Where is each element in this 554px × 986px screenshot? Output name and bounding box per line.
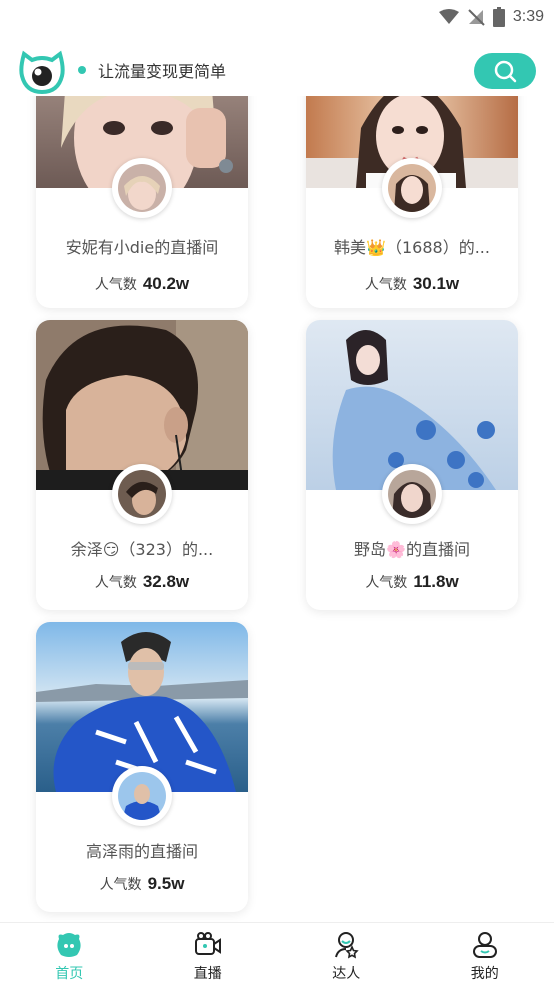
popularity-label: 人气数	[365, 575, 408, 591]
popularity-value: 30.1w	[412, 274, 460, 293]
status-icons: 3:39	[438, 6, 544, 28]
popularity-value: 9.5w	[147, 874, 185, 893]
nav-label: 直播	[193, 966, 222, 982]
slogan-text: 让流量变现更简单	[98, 62, 227, 81]
star-person-icon	[335, 932, 359, 959]
nav-talent[interactable]: 达人	[277, 923, 416, 986]
popularity-value: 40.2w	[142, 274, 190, 293]
bottom-navigation: 首页 直播 达人 我的	[0, 922, 554, 986]
popularity-label: 人气数	[364, 277, 407, 293]
host-avatar[interactable]	[112, 766, 172, 826]
popularity-label: 人气数	[99, 877, 142, 893]
room-popularity: 人气数 11.8w	[306, 572, 518, 592]
room-title: 野岛🌸的直播间	[354, 540, 470, 559]
live-room-card[interactable]: 野岛🌸的直播间 人气数 11.8w	[306, 320, 518, 610]
no-signal-icon	[468, 9, 485, 26]
nav-profile[interactable]: 我的	[416, 923, 554, 986]
room-title: 韩美👑（1688）的...	[334, 238, 490, 257]
live-room-card[interactable]: 安妮有小die的直播间 人气数 40.2w	[36, 96, 248, 308]
status-time: 3:39	[512, 8, 544, 25]
room-popularity: 人气数 30.1w	[306, 274, 518, 294]
app-header: 让流量变现更简单	[0, 44, 554, 98]
battery-icon	[492, 7, 505, 27]
popularity-label: 人气数	[94, 575, 137, 591]
room-popularity: 人气数 32.8w	[36, 572, 248, 592]
nav-label: 我的	[470, 966, 499, 982]
nav-label: 首页	[55, 966, 84, 982]
live-room-card[interactable]: 高泽雨的直播间 人气数 9.5w	[36, 622, 248, 912]
nav-home[interactable]: 首页	[0, 923, 139, 986]
profile-icon	[472, 932, 497, 958]
app-logo-icon	[19, 50, 65, 94]
host-avatar[interactable]	[112, 464, 172, 524]
search-icon	[494, 60, 517, 83]
popularity-value: 32.8w	[142, 572, 190, 591]
slogan-dot	[78, 66, 86, 74]
room-title: 高泽雨的直播间	[85, 842, 198, 861]
room-popularity: 人气数 9.5w	[36, 874, 248, 894]
wifi-icon	[438, 9, 459, 24]
room-popularity: 人气数 40.2w	[36, 274, 248, 294]
popularity-value: 11.8w	[413, 572, 459, 591]
nav-label: 达人	[332, 966, 361, 982]
live-room-card[interactable]: 余泽😏（323）的... 人气数 32.8w	[36, 320, 248, 610]
home-icon	[57, 933, 81, 957]
popularity-label: 人气数	[94, 277, 137, 293]
video-camera-icon	[194, 932, 221, 955]
status-bar: 3:39	[0, 0, 554, 34]
room-title: 余泽😏（323）的...	[70, 540, 214, 559]
live-room-card[interactable]: 韩美👑（1688）的... 人气数 30.1w	[306, 96, 518, 308]
nav-live[interactable]: 直播	[139, 923, 278, 986]
live-room-feed[interactable]: 安妮有小die的直播间 人气数 40.2w 韩美👑（1688）的... 人气数 …	[0, 96, 554, 922]
room-title: 安妮有小die的直播间	[65, 238, 219, 257]
search-button[interactable]	[474, 53, 536, 89]
host-avatar[interactable]	[382, 464, 442, 524]
host-avatar[interactable]	[382, 158, 442, 218]
host-avatar[interactable]	[112, 158, 172, 218]
